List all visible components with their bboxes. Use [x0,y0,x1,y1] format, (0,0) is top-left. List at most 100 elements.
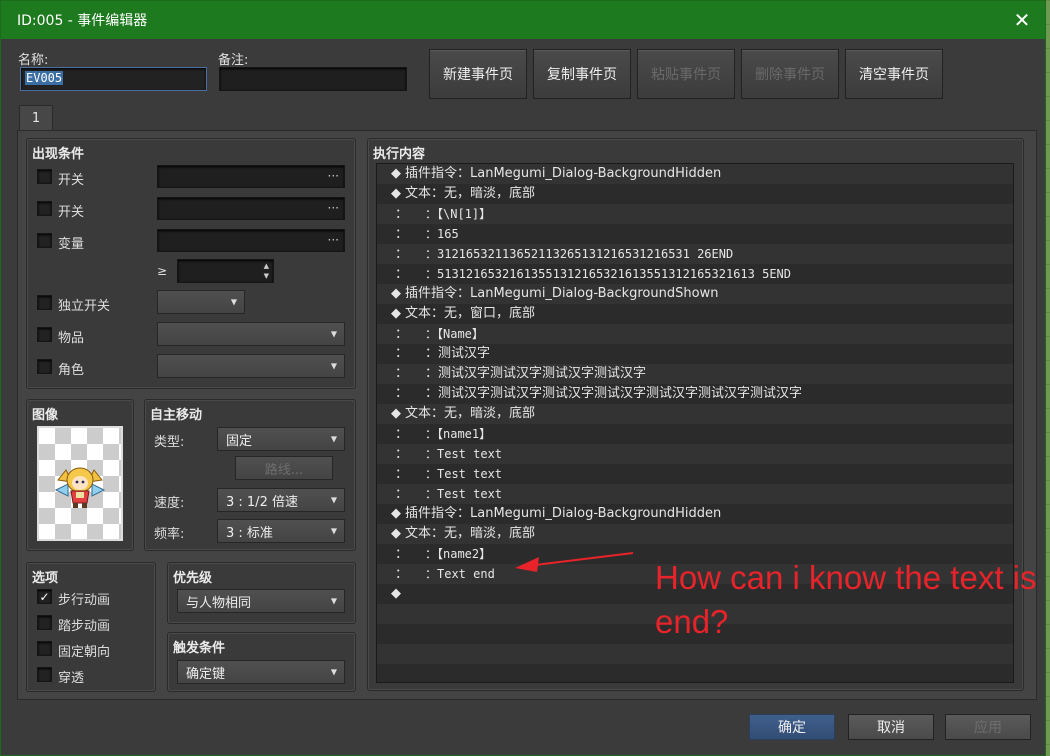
command-row[interactable]: ◆ 插件指令：LanMegumi_Dialog-BackgroundHidden [377,504,1013,524]
command-marker-icon: ◆ [391,166,401,181]
command-row[interactable]: ： ：165 [377,224,1013,244]
command-text: ：【name1】 [425,427,492,441]
command-row[interactable]: ： ：【Name】 [377,324,1013,344]
switch2-checkbox[interactable] [37,201,52,216]
chevron-down-icon: ▼ [330,526,337,536]
image-title: 图像 [32,408,59,423]
command-row[interactable]: ◆ 插件指令：LanMegumi_Dialog-BackgroundHidden [377,164,1013,184]
route-button[interactable]: 路线... [235,456,333,480]
chevron-down-icon: ▼ [330,329,337,339]
self-switch-select[interactable]: ▼ [157,290,245,314]
command-text: 文本：无，暗淡，底部 [405,406,536,421]
item-label: 物品 [58,331,85,346]
dots-icon: ··· [327,169,339,183]
new-page-button[interactable]: 新建事件页 [429,49,527,99]
walking-checkbox[interactable]: ✓ [37,589,52,604]
item-checkbox[interactable] [37,327,52,342]
frequency-label: 频率: [154,527,185,542]
speed-value: 3 : 1/2 倍速 [226,494,298,510]
switch2-select[interactable]: ··· [157,197,345,220]
empty-row [377,644,1013,664]
command-text: 文本：无，窗口，底部 [405,306,536,321]
delete-page-button[interactable]: 删除事件页 [741,49,839,99]
apply-button[interactable]: 应用 [945,714,1031,740]
frequency-select[interactable]: 3 : 标准 ▼ [217,519,345,543]
command-row[interactable]: ◆ 文本：无，暗淡，底部 [377,404,1013,424]
switch1-select[interactable]: ··· [157,165,345,188]
type-select[interactable]: 固定 ▼ [217,427,345,451]
item-select[interactable]: ▼ [157,322,345,346]
command-row[interactable]: ： ：测试汉字 [377,344,1013,364]
self-switch-checkbox[interactable] [37,295,52,310]
command-row[interactable]: ： ：Test text [377,444,1013,464]
name-input[interactable]: EV005 [20,67,207,91]
continuation-marker: ： [395,447,409,462]
spinner-icon[interactable]: ▲ ▼ [264,261,269,281]
through-checkbox[interactable] [37,667,52,682]
variable-checkbox[interactable] [37,233,52,248]
direction-fix-checkbox[interactable] [37,641,52,656]
switch1-label: 开关 [58,173,85,188]
cancel-button[interactable]: 取消 [848,714,934,740]
continuation-marker: ： [395,227,409,242]
close-icon[interactable]: ✕ [999,1,1045,39]
command-text: ：31216532113652113265131216531216531 26E… [425,247,734,261]
tab-page-1[interactable]: 1 [19,105,53,131]
command-row[interactable]: ◆ 插件指令：LanMegumi_Dialog-BackgroundShown [377,284,1013,304]
actor-checkbox[interactable] [37,359,52,374]
command-row[interactable]: ◆ 文本：无，暗淡，底部 [377,524,1013,544]
command-row[interactable]: ◆ 文本：无，暗淡，底部 [377,184,1013,204]
trigger-select[interactable]: 确定键 ▼ [177,660,345,684]
command-text: ：【\N[1]】 [425,207,492,221]
command-row[interactable]: ： ：Test text [377,484,1013,504]
annotation-arrow-icon [515,552,634,572]
self-switch-label: 独立开关 [58,299,111,314]
command-marker-icon: ◆ [391,506,401,521]
command-marker-icon: ◆ [391,286,401,301]
clear-page-button[interactable]: 清空事件页 [845,49,943,99]
continuation-marker: ： [395,567,409,582]
switch1-checkbox[interactable] [37,169,52,184]
command-row[interactable]: ： ：测试汉字测试汉字测试汉字测试汉字 [377,364,1013,384]
variable-select[interactable]: ··· [157,229,345,252]
command-row[interactable]: ： ：31216532113652113265131216531216531 26… [377,244,1013,264]
dots-icon: ··· [327,233,339,247]
variable-label: 变量 [58,237,85,252]
annotation-text: How can i know the text is end? [655,559,1037,640]
trigger-title: 触发条件 [173,641,226,656]
stepping-checkbox[interactable] [37,615,52,630]
window-title: ID:005 - 事件编辑器 [17,13,148,29]
command-text: ：Test text [425,467,503,481]
command-row[interactable]: ◆ 文本：无，窗口，底部 [377,304,1013,324]
copy-page-button[interactable]: 复制事件页 [533,49,631,99]
chevron-down-icon: ▼ [330,596,337,606]
continuation-marker: ： [395,487,409,502]
character-image[interactable] [37,426,123,541]
paste-page-button[interactable]: 粘贴事件页 [637,49,735,99]
command-row[interactable]: ： ：51312165321613551312165321613551312165… [377,264,1013,284]
command-row[interactable]: ： ：【\N[1]】 [377,204,1013,224]
speed-select[interactable]: 3 : 1/2 倍速 ▼ [217,488,345,512]
variable-value-input[interactable]: ▲ ▼ [177,259,274,283]
command-row[interactable]: ： ：【name1】 [377,424,1013,444]
conditions-title: 出现条件 [32,147,85,162]
command-text: ：Text end [425,567,495,581]
options-title: 选项 [32,571,59,586]
actor-label: 角色 [58,363,85,378]
ok-button[interactable]: 确定 [749,714,835,740]
command-text: ：测试汉字测试汉字测试汉字测试汉字测试汉字测试汉字测试汉字 [425,386,803,401]
command-marker-icon: ◆ [391,586,401,601]
command-row[interactable]: ： ：Test text [377,464,1013,484]
gte-label: ≥ [157,264,168,278]
command-marker-icon: ◆ [391,186,401,201]
command-marker-icon: ◆ [391,526,401,541]
command-text: 插件指令：LanMegumi_Dialog-BackgroundHidden [405,506,722,521]
command-marker-icon: ◆ [391,406,401,421]
note-input[interactable] [219,67,407,91]
actor-select[interactable]: ▼ [157,354,345,378]
command-row[interactable]: ： ：测试汉字测试汉字测试汉字测试汉字测试汉字测试汉字测试汉字 [377,384,1013,404]
trigger-value: 确定键 [186,666,226,682]
priority-value: 与人物相同 [186,595,252,611]
command-text: 文本：无，暗淡，底部 [405,186,536,201]
priority-select[interactable]: 与人物相同 ▼ [177,589,345,613]
